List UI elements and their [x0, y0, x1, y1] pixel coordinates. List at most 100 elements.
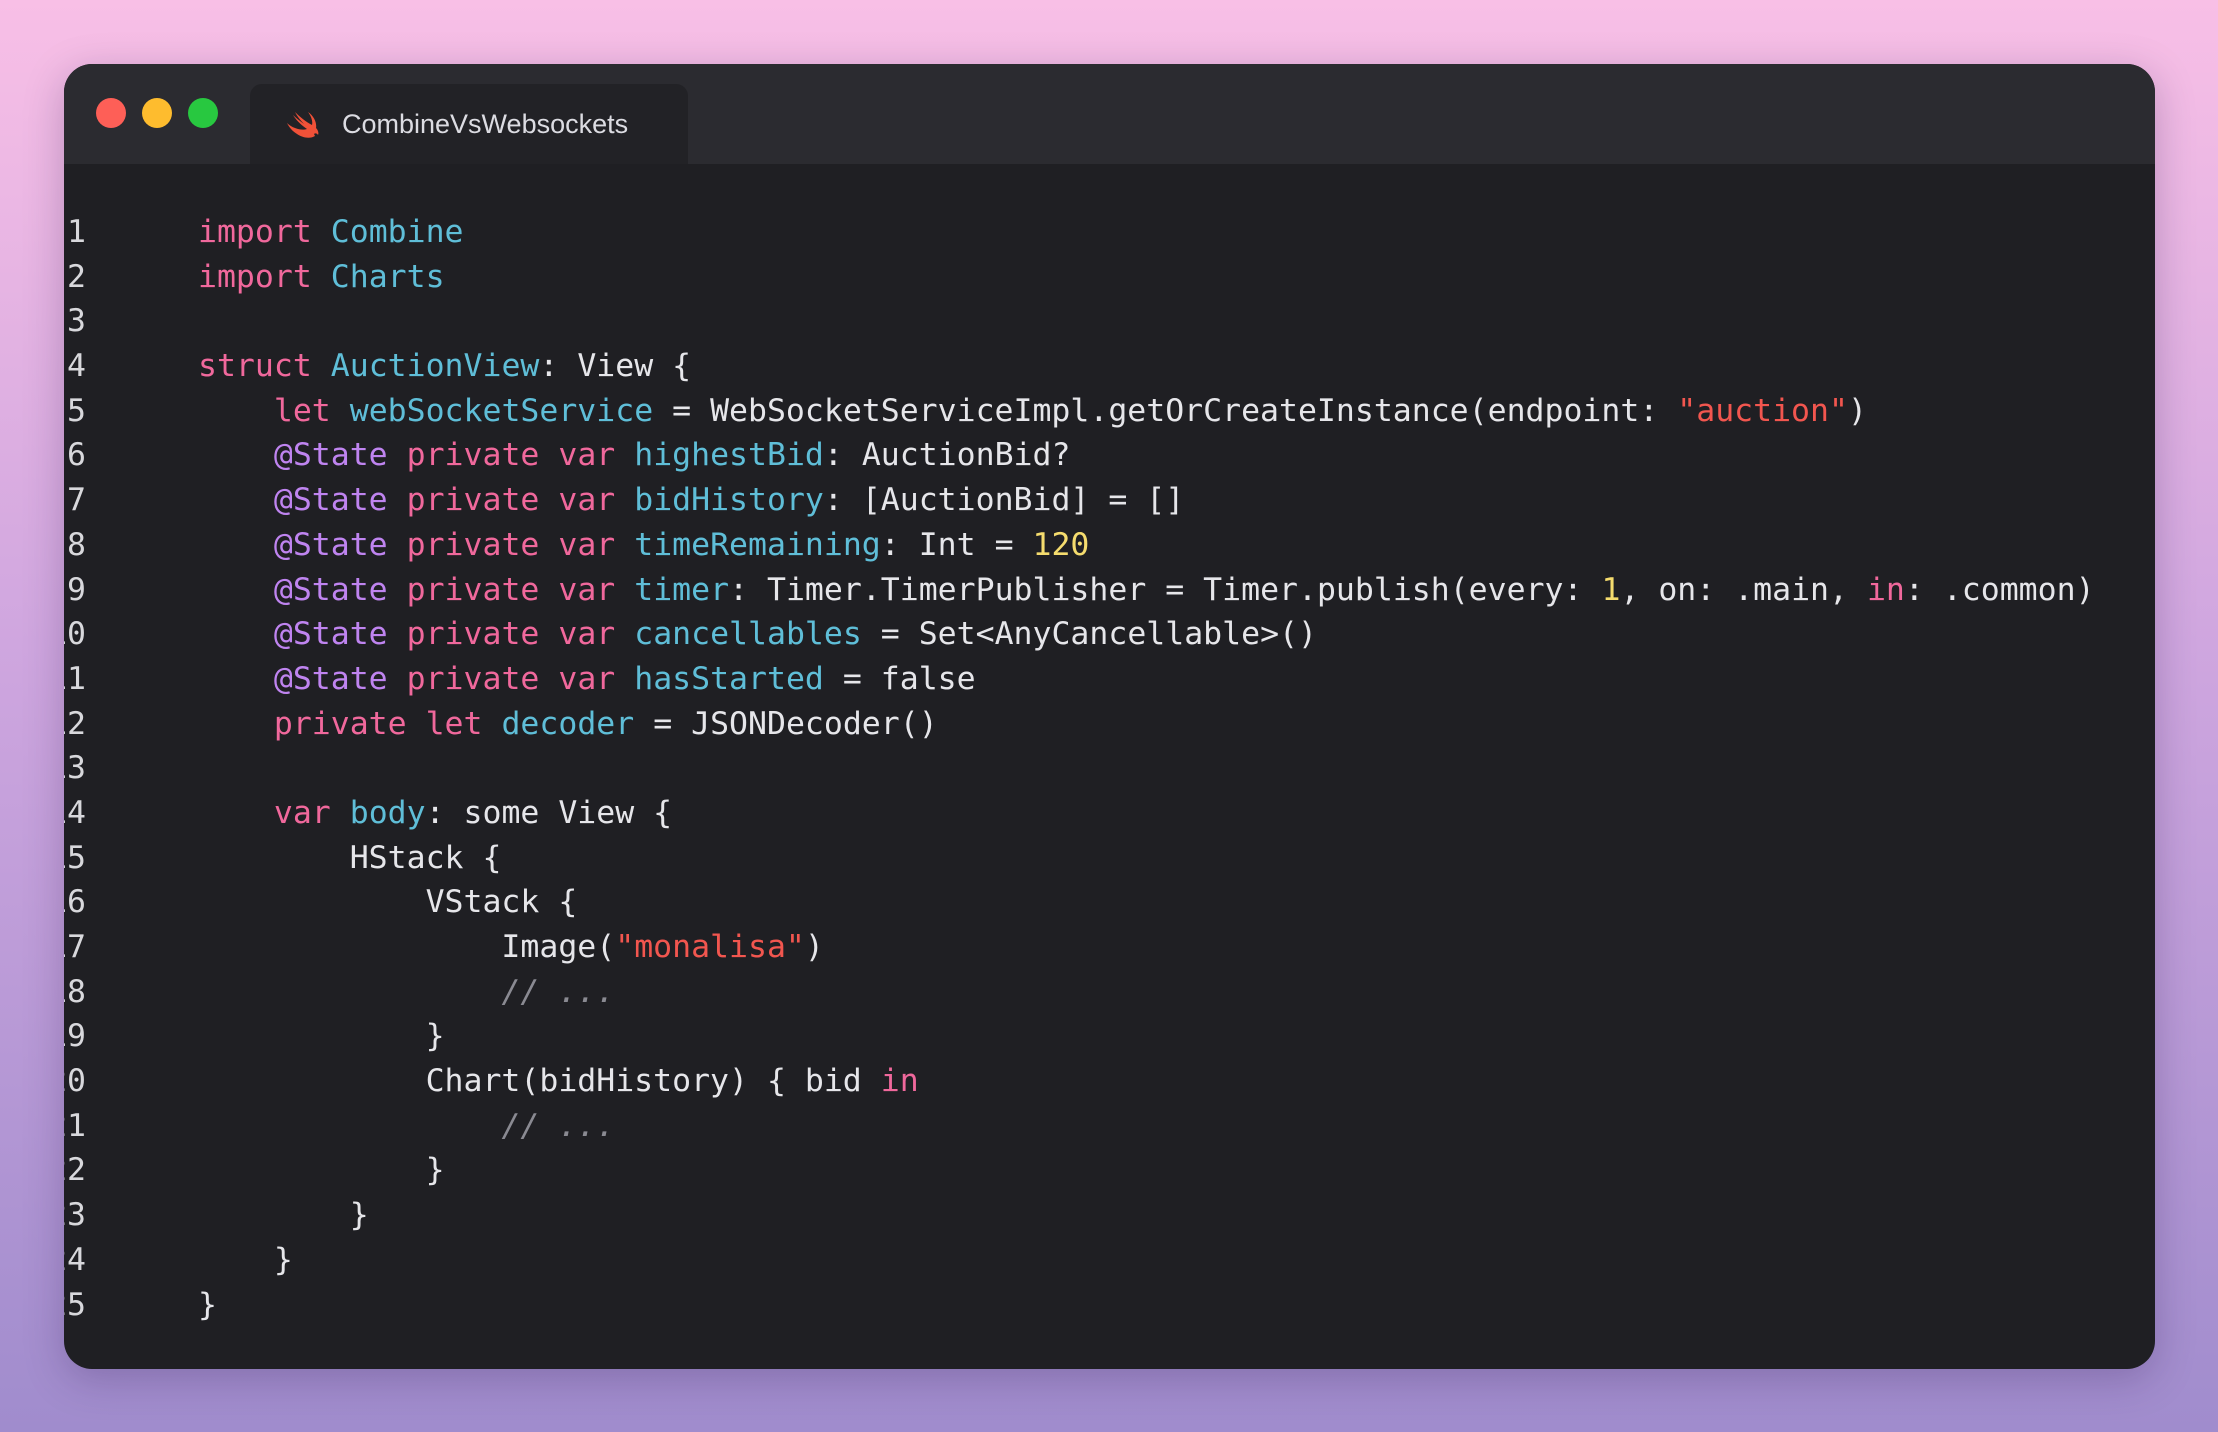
- line-number: 18: [64, 973, 86, 1010]
- code-line[interactable]: 12 private let decoder = JSONDecoder(): [64, 702, 2155, 747]
- code-line[interactable]: 1 import Combine: [64, 210, 2155, 255]
- line-number: 15: [64, 839, 86, 876]
- line-number: 13: [64, 750, 86, 787]
- code-token: in: [1866, 571, 1905, 608]
- line-content: struct AuctionView: View {: [198, 344, 691, 389]
- line-content: // ...: [198, 970, 615, 1015]
- code-token: @State: [273, 660, 388, 697]
- code-token: private: [406, 437, 540, 474]
- editor-window: CombineVsWebsockets 1 import Combine 2 impo…: [64, 64, 2155, 1369]
- code-line[interactable]: 3: [64, 299, 2155, 344]
- line-content: }: [198, 1014, 445, 1059]
- code-token: struct: [198, 348, 312, 385]
- code-line[interactable]: 25}: [64, 1283, 2155, 1328]
- minimize-window-button[interactable]: [142, 98, 172, 128]
- line-content: @State private var timeRemaining: Int = …: [198, 523, 1090, 568]
- code-token: var: [558, 616, 616, 653]
- line-content: }: [198, 1148, 445, 1193]
- code-line[interactable]: 16 VStack {: [64, 880, 2155, 925]
- code-token: : AuctionBid?: [823, 437, 1071, 474]
- line-content: Image("monalisa"): [198, 925, 824, 970]
- code-line[interactable]: 9 @State private var timer: Timer.TimerP…: [64, 568, 2155, 613]
- title-bar: CombineVsWebsockets: [64, 64, 2155, 164]
- code-line[interactable]: 7 @State private var bidHistory: [Auctio…: [64, 478, 2155, 523]
- code-token: @State: [273, 616, 388, 653]
- code-token: : Timer.TimerPublisher = Timer.publish(e…: [729, 571, 1602, 608]
- code-line[interactable]: 6 @State private var highestBid: Auction…: [64, 433, 2155, 478]
- code-line[interactable]: 2 import Charts: [64, 255, 2155, 300]
- code-line[interactable]: 18 // ...: [64, 970, 2155, 1015]
- code-line[interactable]: 10 @State private var cancellables = Set…: [64, 612, 2155, 657]
- code-line[interactable]: 5 let webSocketService = WebSocketServic…: [64, 389, 2155, 434]
- code-token: , on: .main,: [1620, 571, 1867, 608]
- line-content: @State private var hasStarted = false: [198, 657, 976, 702]
- code-line[interactable]: 22 }: [64, 1148, 2155, 1193]
- code-line[interactable]: 23 }: [64, 1193, 2155, 1238]
- line-content: var body: some View {: [198, 791, 672, 836]
- line-number: 23: [64, 1197, 86, 1234]
- code-line[interactable]: 19 }: [64, 1014, 2155, 1059]
- line-content: @State private var highestBid: AuctionBi…: [198, 433, 1071, 478]
- line-number: 25: [64, 1286, 86, 1323]
- code-token: @State: [273, 437, 388, 474]
- code-token: var: [273, 794, 331, 831]
- swift-icon: [286, 108, 322, 140]
- code-token: private: [406, 482, 540, 519]
- code-line[interactable]: 21 // ...: [64, 1104, 2155, 1149]
- code-line[interactable]: 15 HStack {: [64, 836, 2155, 881]
- line-number: 19: [64, 1018, 86, 1055]
- code-line[interactable]: 14 var body: some View {: [64, 791, 2155, 836]
- line-content: @State private var timer: Timer.TimerPub…: [198, 568, 2095, 613]
- code-token: let: [425, 705, 483, 742]
- close-window-button[interactable]: [96, 98, 126, 128]
- code-token: in: [880, 1063, 919, 1100]
- code-token: Combine: [330, 214, 464, 250]
- code-token: AuctionView: [330, 348, 540, 385]
- code-token: // ...: [501, 1107, 616, 1144]
- code-token: = false: [823, 660, 976, 697]
- code-editor[interactable]: 1 import Combine 2 import Charts 3 4 struct Au…: [64, 210, 2155, 1327]
- code-line[interactable]: 13: [64, 746, 2155, 791]
- line-number: 11: [64, 660, 86, 697]
- code-line[interactable]: 8 @State private var timeRemaining: Int …: [64, 523, 2155, 568]
- line-number: 22: [64, 1152, 86, 1189]
- tab-title: CombineVsWebsockets: [342, 108, 629, 139]
- maximize-window-button[interactable]: [188, 98, 218, 128]
- line-content: VStack {: [198, 880, 578, 925]
- line-number: 21: [64, 1107, 86, 1144]
- code-token: bidHistory: [634, 482, 824, 519]
- code-token: var: [558, 526, 616, 563]
- line-number: 24: [64, 1241, 86, 1278]
- code-token: "monalisa": [615, 929, 805, 965]
- code-token: 120: [1032, 526, 1090, 563]
- line-content: import Charts: [198, 255, 445, 300]
- code-line[interactable]: 24 }: [64, 1238, 2155, 1283]
- code-token: Image(: [198, 929, 616, 965]
- line-content: let webSocketService = WebSocketServiceI…: [198, 389, 1867, 434]
- line-content: private let decoder = JSONDecoder(): [198, 702, 938, 747]
- code-token: 1: [1601, 571, 1621, 608]
- line-number: 3: [67, 303, 86, 340]
- code-token: timer: [634, 571, 730, 608]
- code-line[interactable]: 17 Image("monalisa"): [64, 925, 2155, 970]
- code-token: }: [198, 1197, 369, 1234]
- code-token: = Set<AnyCancellable>(): [861, 616, 1317, 653]
- code-line[interactable]: 20 Chart(bidHistory) { bid in: [64, 1059, 2155, 1104]
- code-token: = JSONDecoder(): [634, 705, 938, 742]
- code-line[interactable]: 4 struct AuctionView: View {: [64, 344, 2155, 389]
- file-tab[interactable]: CombineVsWebsockets: [250, 84, 688, 164]
- code-line[interactable]: 11 @State private var hasStarted = false: [64, 657, 2155, 702]
- code-token: ): [804, 929, 824, 965]
- line-number: 17: [64, 929, 86, 965]
